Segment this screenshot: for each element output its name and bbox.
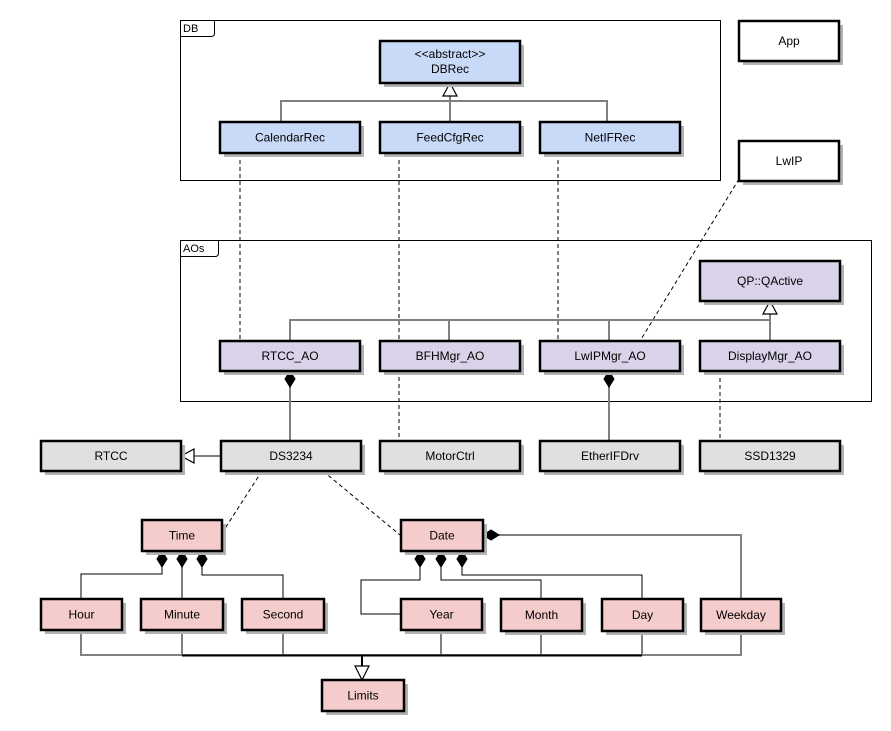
class-limits[interactable]: Limits xyxy=(320,678,408,715)
package-db-label: DB xyxy=(183,23,198,35)
class-name: Day xyxy=(632,608,653,622)
class-lwip[interactable]: LwIP xyxy=(737,139,843,185)
class-name: MotorCtrl xyxy=(425,449,474,463)
class-name: NetIFRec xyxy=(585,131,636,145)
class-ssd1329[interactable]: SSD1329 xyxy=(698,439,844,475)
package-aos-label: AOs xyxy=(183,243,205,255)
class-displaymgr-ao[interactable]: DisplayMgr_AO xyxy=(698,339,844,375)
class-feedcfgrec[interactable]: FeedCfgRec xyxy=(378,120,524,157)
date-weekday-composition xyxy=(498,534,742,599)
time-second-composition xyxy=(201,566,284,599)
class-month[interactable]: Month xyxy=(499,597,586,635)
class-lwipmgr-ao[interactable]: LwIPMgr_AO xyxy=(538,339,684,375)
classes: App LwIP <<abstract>>DBRec CalendarRec FeedC… xyxy=(39,19,844,715)
class-name: DS3234 xyxy=(269,449,313,463)
class-name: Hour xyxy=(68,608,94,622)
class-name: DisplayMgr_AO xyxy=(728,349,812,363)
class-date[interactable]: Date xyxy=(399,518,487,555)
class-minute[interactable]: Minute xyxy=(139,597,227,634)
class-dbrec[interactable]: <<abstract>>DBRec xyxy=(378,39,524,87)
class-hour[interactable]: Hour xyxy=(39,597,126,634)
class-bfhmgr-ao[interactable]: BFHMgr_AO xyxy=(378,339,524,375)
class-name: Minute xyxy=(164,608,200,622)
class-qactive[interactable]: QP::QActive xyxy=(698,259,844,305)
class-motorctrl[interactable]: MotorCtrl xyxy=(378,439,524,475)
generalization-arrow-icon xyxy=(354,665,370,682)
class-year[interactable]: Year xyxy=(399,597,486,634)
class-name: Time xyxy=(169,529,196,543)
class-name: Limits xyxy=(347,689,378,703)
class-time[interactable]: Time xyxy=(140,518,226,555)
class-name: Year xyxy=(429,608,453,622)
class-stereotype: <<abstract>> xyxy=(415,47,486,61)
class-weekday[interactable]: Weekday xyxy=(699,597,785,635)
class-netifrec[interactable]: NetIFRec xyxy=(538,120,684,157)
ds3234-time-dependency xyxy=(223,470,263,531)
class-name: FeedCfgRec xyxy=(416,131,483,145)
class-name: CalendarRec xyxy=(255,131,325,145)
class-calendarrec[interactable]: CalendarRec xyxy=(218,120,364,157)
class-rtcc[interactable]: RTCC xyxy=(39,439,185,475)
class-ds3234[interactable]: DS3234 xyxy=(219,439,365,475)
class-name: RTCC_AO xyxy=(261,349,318,363)
class-etherifdrv[interactable]: EtherIFDrv xyxy=(538,439,684,475)
class-name: DBRec xyxy=(431,62,469,76)
class-rtcc-ao[interactable]: RTCC_AO xyxy=(218,339,364,375)
class-name: LwIPMgr_AO xyxy=(574,349,645,363)
date-month-composition xyxy=(440,566,542,599)
class-name: BFHMgr_AO xyxy=(416,349,485,363)
time-hour-composition xyxy=(80,566,163,599)
ds3234-date-dependency xyxy=(322,470,401,536)
class-name: SSD1329 xyxy=(744,449,796,463)
class-day[interactable]: Day xyxy=(600,597,687,635)
class-name: App xyxy=(778,34,800,48)
class-name: Month xyxy=(525,608,558,622)
date-day-composition xyxy=(461,566,643,599)
class-name: RTCC xyxy=(94,449,127,463)
class-name: Second xyxy=(263,608,304,622)
class-app[interactable]: App xyxy=(737,19,843,65)
class-name: Date xyxy=(429,529,455,543)
class-name: EtherIFDrv xyxy=(581,449,639,463)
uml-class-diagram: DB AOs AppLwIP<<abstract>>DBRecCalendarR… xyxy=(39,19,872,715)
class-name: LwIP xyxy=(776,154,803,168)
class-second[interactable]: Second xyxy=(240,597,328,634)
class-name: Weekday xyxy=(716,608,766,622)
class-name: QP::QActive xyxy=(737,274,803,288)
